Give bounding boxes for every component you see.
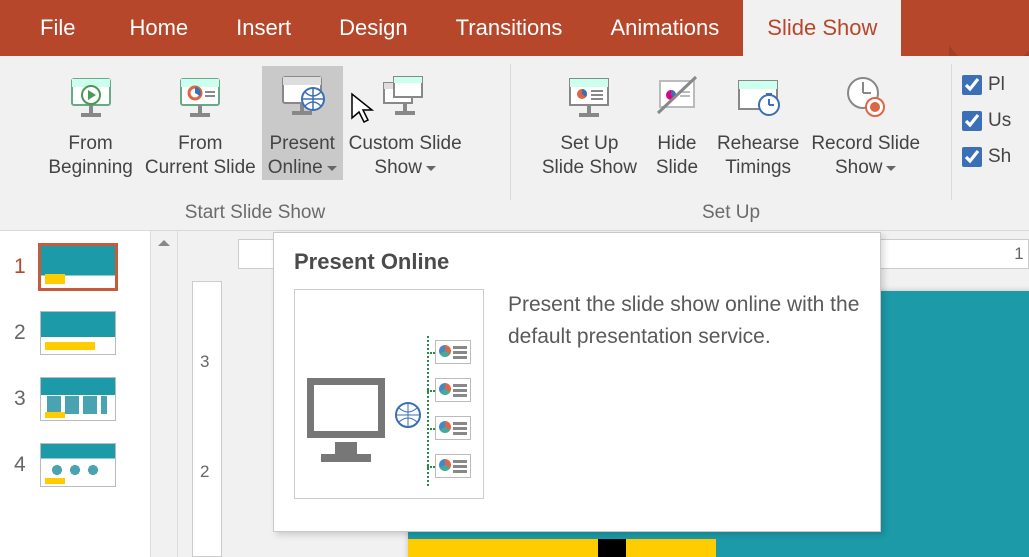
header-decoration <box>949 0 1029 56</box>
record-slide-show-icon <box>838 70 894 126</box>
tooltip-illustration <box>294 289 484 499</box>
tooltip-body: Present the slide show online with the d… <box>508 289 860 499</box>
present-online-button[interactable]: Present Online <box>262 66 343 180</box>
vertical-ruler: 3 2 <box>192 281 222 557</box>
tab-insert[interactable]: Insert <box>212 0 315 56</box>
rehearse-timings-button[interactable]: Rehearse Timings <box>711 66 805 180</box>
globe-icon <box>395 402 421 428</box>
tooltip-title: Present Online <box>294 249 860 275</box>
tab-transitions[interactable]: Transitions <box>432 0 587 56</box>
hide-slide-button[interactable]: Hide Slide <box>643 66 711 180</box>
ribbon: From Beginning From Current Slide <box>0 56 1029 231</box>
slide-accent-stripe <box>408 539 716 557</box>
group-caption-start: Start Slide Show <box>185 202 325 224</box>
tab-design[interactable]: Design <box>315 0 431 56</box>
from-current-slide-button[interactable]: From Current Slide <box>139 66 262 180</box>
thumbnails-scrollbar[interactable] <box>150 231 178 557</box>
check-use[interactable]: Us <box>962 110 1011 132</box>
present-online-icon <box>274 70 330 126</box>
tab-slideshow[interactable]: Slide Show <box>743 0 901 56</box>
set-up-slide-show-icon <box>561 70 617 126</box>
thumb-1[interactable]: 1 <box>14 245 140 289</box>
from-beginning-icon <box>63 70 119 126</box>
checkbox-group: Pl Us Sh <box>952 56 1011 230</box>
rehearse-timings-icon <box>730 70 786 126</box>
set-up-slide-show-button[interactable]: Set Up Slide Show <box>536 66 643 180</box>
custom-slide-show-icon <box>377 70 433 126</box>
check-play[interactable]: Pl <box>962 74 1011 96</box>
thumb-3[interactable]: 3 <box>14 377 140 421</box>
thumb-4[interactable]: 4 <box>14 443 140 487</box>
scroll-up-icon[interactable] <box>151 231 177 255</box>
from-current-slide-icon <box>172 70 228 126</box>
group-caption-setup: Set Up <box>702 202 760 224</box>
tab-home[interactable]: Home <box>105 0 212 56</box>
custom-slide-show-button[interactable]: Custom Slide Show <box>343 66 468 180</box>
hide-slide-icon <box>649 70 705 126</box>
from-beginning-button[interactable]: From Beginning <box>42 66 139 180</box>
ribbon-tabs: File Home Insert Design Transitions Anim… <box>0 0 1029 56</box>
thumb-2[interactable]: 2 <box>14 311 140 355</box>
record-slide-show-button[interactable]: Record Slide Show <box>805 66 926 180</box>
slide-thumbnails: 1 2 3 4 <box>0 231 150 557</box>
tab-animations[interactable]: Animations <box>586 0 743 56</box>
tooltip-present-online: Present Online Present the slide show on… <box>273 232 881 532</box>
tab-file[interactable]: File <box>34 0 105 56</box>
check-show[interactable]: Sh <box>962 146 1011 168</box>
